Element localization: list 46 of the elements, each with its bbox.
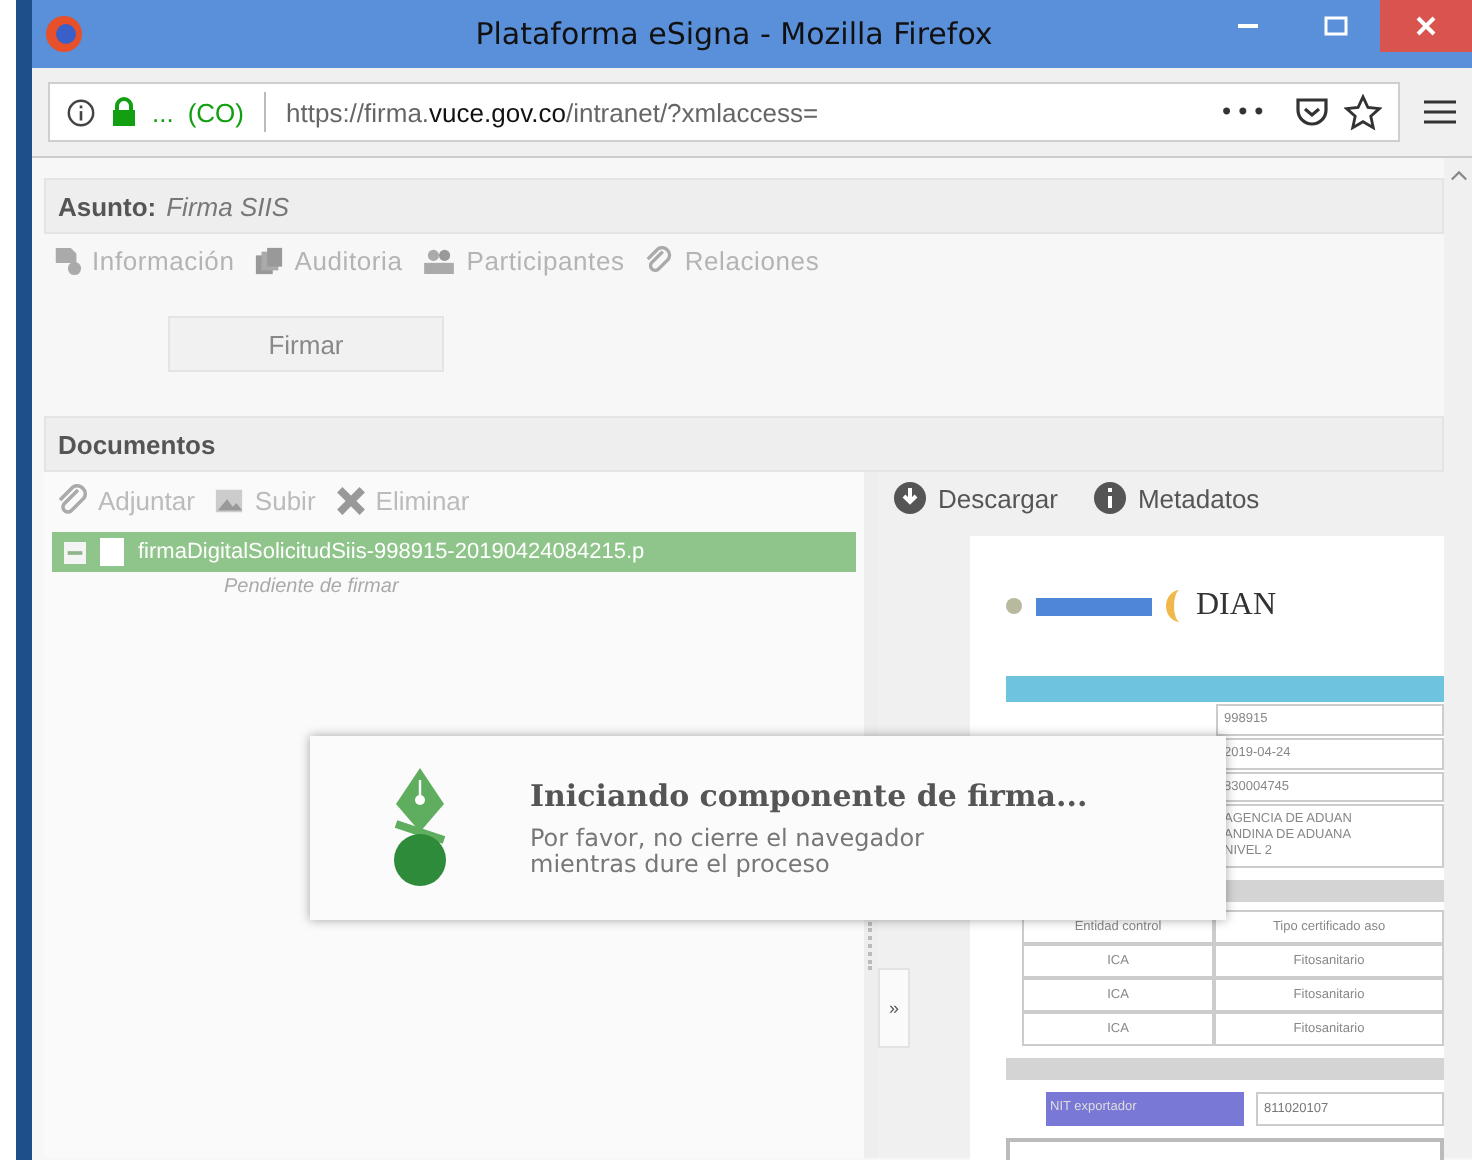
ellipsis-text: ...	[152, 97, 174, 127]
file-row[interactable]: firmaDigitalSolicitudSiis-998915-20190424084215.p	[52, 532, 856, 572]
info-icon[interactable]	[66, 97, 96, 127]
url-text: https://firma.vuce.gov.co/intranet/?xmlaccess=	[286, 97, 821, 127]
dialog-message: Por favor, no cierre el navegador mientras dure el proceso	[530, 825, 926, 879]
agency-logo: DIAN	[1166, 588, 1276, 624]
file-icon	[100, 538, 124, 566]
document-action[interactable]: Adjuntar	[56, 484, 195, 516]
file-status: Pendiente de firmar	[224, 574, 401, 598]
paperclip-icon	[56, 484, 88, 516]
minimize-icon	[1238, 24, 1258, 28]
lock-icon	[110, 96, 138, 128]
stacked-pages-icon	[254, 246, 285, 276]
pocket-icon[interactable]	[1294, 96, 1330, 128]
people-icon	[422, 248, 457, 274]
collapse-icon[interactable]	[64, 541, 86, 563]
document-action[interactable]: Subir	[214, 484, 316, 516]
address-bar[interactable]: ... (CO) https://firma.vuce.gov.co/intranet/?xmlaccess= •••	[48, 82, 1400, 142]
page-actions-button[interactable]: •••	[1219, 98, 1268, 126]
expand-button[interactable]: »	[878, 968, 910, 1048]
maximize-icon	[1324, 14, 1348, 38]
pen-nib-logo-icon	[390, 768, 450, 888]
document-action[interactable]: Eliminar	[335, 484, 470, 516]
window-title: Plataforma eSigna - Mozilla Firefox	[473, 16, 995, 52]
sign-button[interactable]: Firmar	[168, 316, 444, 372]
browser-logo-icon	[44, 14, 84, 54]
viewer-action[interactable]: Descargar	[894, 482, 1058, 514]
info-icon	[1093, 482, 1126, 514]
crest-icon	[1006, 598, 1022, 614]
menu-icon[interactable]	[1424, 98, 1456, 126]
close-icon	[1414, 14, 1438, 38]
star-icon[interactable]	[1344, 93, 1382, 131]
site-country: (CO)	[187, 97, 245, 127]
delete-x-icon	[335, 485, 366, 515]
documents-title: Documentos	[58, 429, 216, 459]
dialog-title: Iniciando componente de firma...	[530, 777, 1088, 814]
subject-label: Asunto:	[58, 191, 157, 221]
download-icon	[894, 482, 926, 514]
subject-value: Firma SIIS	[166, 191, 290, 221]
paperclip-icon	[644, 246, 675, 276]
viewer-action[interactable]: Metadatos	[1093, 482, 1260, 514]
close-button[interactable]	[1380, 0, 1472, 52]
government-banner	[1036, 597, 1152, 615]
document-info-icon	[52, 246, 82, 276]
scroll-up-icon[interactable]	[1449, 170, 1467, 182]
image-icon	[214, 485, 245, 515]
